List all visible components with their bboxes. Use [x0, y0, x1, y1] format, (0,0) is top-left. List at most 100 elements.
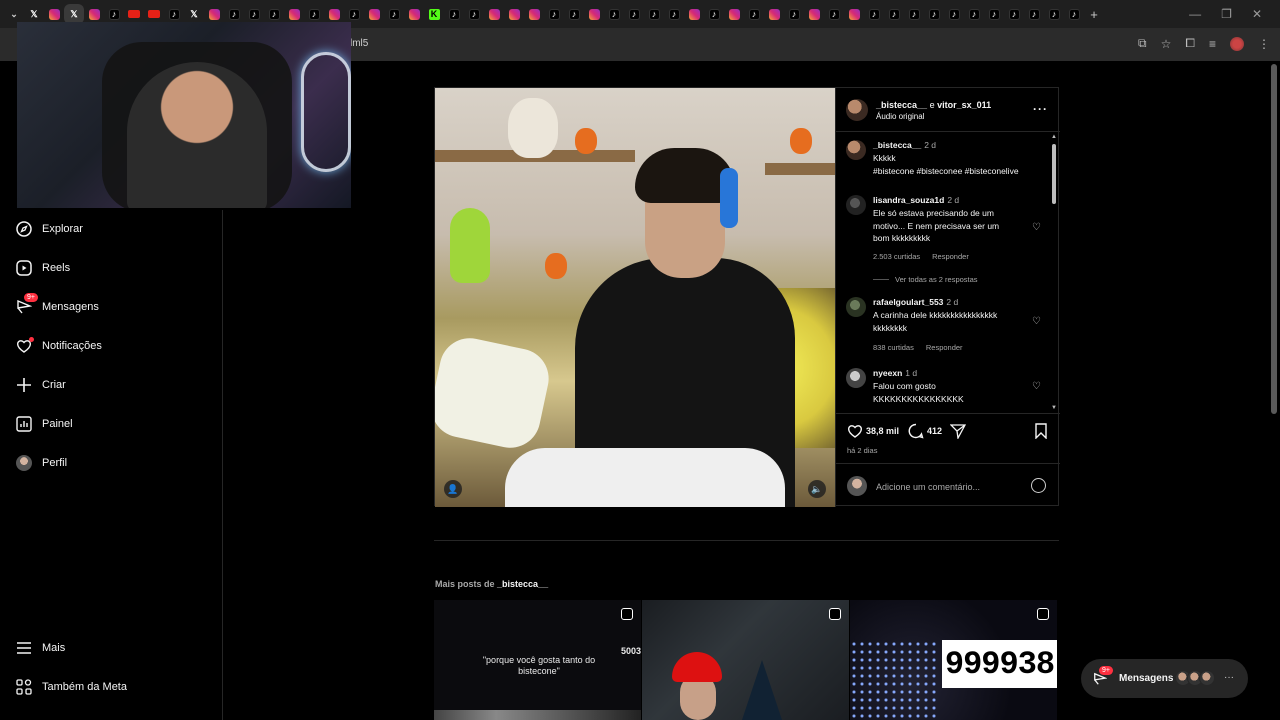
browser-tab[interactable]: [764, 4, 784, 24]
browser-tab[interactable]: ♪: [344, 4, 364, 24]
page-scrollbar[interactable]: [1271, 64, 1277, 414]
restore-icon[interactable]: ❐: [1221, 7, 1232, 21]
comment-likes[interactable]: 2.503 curtidas: [873, 252, 920, 261]
sound-icon[interactable]: 🔈: [808, 480, 826, 498]
comment-button[interactable]: 412: [908, 423, 942, 439]
sidebar-item-explorar[interactable]: Explorar: [16, 221, 83, 237]
browser-tab[interactable]: ♪: [1044, 4, 1064, 24]
author-avatar[interactable]: [846, 99, 868, 121]
browser-tab[interactable]: ♪: [264, 4, 284, 24]
browser-tab[interactable]: ♪: [824, 4, 844, 24]
browser-tab[interactable]: ♪: [664, 4, 684, 24]
comment-avatar[interactable]: [846, 368, 866, 388]
view-replies[interactable]: Ver todas as 2 respostas: [873, 275, 978, 284]
browser-tab[interactable]: ♪: [224, 4, 244, 24]
browser-tab[interactable]: ♪: [464, 4, 484, 24]
sidebar-item-criar[interactable]: Criar: [16, 377, 66, 393]
more-options-icon[interactable]: ···: [1033, 102, 1048, 116]
browser-tab[interactable]: ♪: [964, 4, 984, 24]
browser-menu-icon[interactable]: ⋮: [1258, 37, 1270, 51]
share-button[interactable]: [950, 423, 966, 439]
browser-tab[interactable]: ♪: [1024, 4, 1044, 24]
browser-tab[interactable]: ♪: [984, 4, 1004, 24]
browser-tab[interactable]: ♪: [604, 4, 624, 24]
browser-tab[interactable]: ♪: [864, 4, 884, 24]
like-comment-icon[interactable]: ♡: [1032, 317, 1042, 327]
browser-tab[interactable]: [584, 4, 604, 24]
browser-tab[interactable]: [144, 4, 164, 24]
browser-tab[interactable]: ♪: [164, 4, 184, 24]
browser-tab[interactable]: [504, 4, 524, 24]
browser-tab[interactable]: ♪: [304, 4, 324, 24]
browser-tab[interactable]: ♪: [1064, 4, 1084, 24]
reply-button[interactable]: Responder: [932, 252, 969, 261]
scroll-down-arrow-icon[interactable]: ▼: [1051, 405, 1057, 411]
comment-user[interactable]: rafaelgoulart_553: [873, 297, 943, 307]
sidebar-item-mensagens[interactable]: 9+ Mensagens: [16, 293, 99, 315]
install-app-icon[interactable]: ⧉: [1138, 36, 1147, 51]
browser-tab[interactable]: [684, 4, 704, 24]
post-thumbnail[interactable]: [642, 600, 849, 720]
like-count[interactable]: 38,8 mil: [866, 426, 899, 436]
browser-tab[interactable]: ♪: [784, 4, 804, 24]
browser-tab[interactable]: 𝕏: [184, 4, 204, 24]
extensions-icon[interactable]: ⧠: [1185, 36, 1195, 51]
browser-tab[interactable]: ♪: [624, 4, 644, 24]
browser-profile-avatar[interactable]: [1230, 36, 1244, 51]
like-comment-icon[interactable]: ♡: [1032, 382, 1042, 392]
emoji-icon[interactable]: [1031, 478, 1046, 493]
browser-tab[interactable]: [324, 4, 344, 24]
browser-tab[interactable]: ♪: [704, 4, 724, 24]
browser-tab[interactable]: [364, 4, 384, 24]
browser-tab[interactable]: ♪: [244, 4, 264, 24]
url-text[interactable]: lml5: [350, 38, 368, 49]
browser-tab[interactable]: [124, 4, 144, 24]
browser-tab[interactable]: [524, 4, 544, 24]
tagged-users-icon[interactable]: 👤: [444, 480, 462, 498]
post-thumbnail[interactable]: "porque você gosta tanto do bistecone" 5…: [434, 600, 641, 720]
browser-tab[interactable]: ♪: [884, 4, 904, 24]
browser-tab[interactable]: ♪: [644, 4, 664, 24]
comments-scrollbar[interactable]: ▲ ▼: [1051, 134, 1057, 411]
caption-avatar[interactable]: [846, 140, 866, 160]
browser-tab[interactable]: ♪: [1004, 4, 1024, 24]
browser-tab[interactable]: [284, 4, 304, 24]
post-thumbnail[interactable]: 999938: [850, 600, 1057, 720]
add-comment-input[interactable]: Adicione um comentário...: [876, 482, 980, 492]
sidebar-item-meta[interactable]: Também da Meta: [16, 679, 127, 695]
browser-tab[interactable]: [804, 4, 824, 24]
browser-tab[interactable]: 𝕏: [24, 4, 44, 24]
caption-hashtags[interactable]: #bistecone #bisteconee #bisteconelive: [873, 165, 1053, 178]
browser-tab[interactable]: ♪: [544, 4, 564, 24]
minimize-icon[interactable]: —: [1189, 7, 1201, 21]
browser-tab[interactable]: ♪: [744, 4, 764, 24]
save-button[interactable]: [1034, 423, 1048, 439]
browser-tab[interactable]: 𝕏: [64, 4, 84, 24]
browser-tab[interactable]: ♪: [104, 4, 124, 24]
browser-tab[interactable]: [404, 4, 424, 24]
browser-tab[interactable]: [484, 4, 504, 24]
tab-list-chevron-icon[interactable]: ⌄: [4, 4, 24, 24]
browser-tab[interactable]: ♪: [564, 4, 584, 24]
close-window-icon[interactable]: ✕: [1252, 7, 1262, 21]
browser-tab[interactable]: ♪: [384, 4, 404, 24]
audio-link[interactable]: Áudio original: [876, 112, 924, 121]
new-tab-button[interactable]: +: [1084, 4, 1104, 24]
browser-tab[interactable]: ♪: [904, 4, 924, 24]
messages-floating-button[interactable]: 9+ Mensagens ···: [1081, 659, 1248, 698]
browser-tab[interactable]: [844, 4, 864, 24]
scroll-thumb[interactable]: [1052, 144, 1056, 204]
scroll-up-arrow-icon[interactable]: ▲: [1051, 134, 1057, 140]
coauthor-link[interactable]: vitor_sx_011: [937, 100, 991, 110]
author-link[interactable]: _bistecca__: [876, 100, 927, 110]
more-posts-user[interactable]: _bistecca__: [497, 579, 548, 589]
sidebar-item-perfil[interactable]: Perfil: [16, 455, 67, 471]
comment-avatar[interactable]: [846, 297, 866, 317]
browser-tab[interactable]: [724, 4, 744, 24]
browser-tab[interactable]: [204, 4, 224, 24]
reel-video[interactable]: 👤 🔈: [435, 88, 835, 507]
comment-avatar[interactable]: [846, 195, 866, 215]
reply-button[interactable]: Responder: [926, 343, 963, 352]
comment-user[interactable]: nyeexn: [873, 368, 902, 378]
browser-tab[interactable]: ♪: [444, 4, 464, 24]
